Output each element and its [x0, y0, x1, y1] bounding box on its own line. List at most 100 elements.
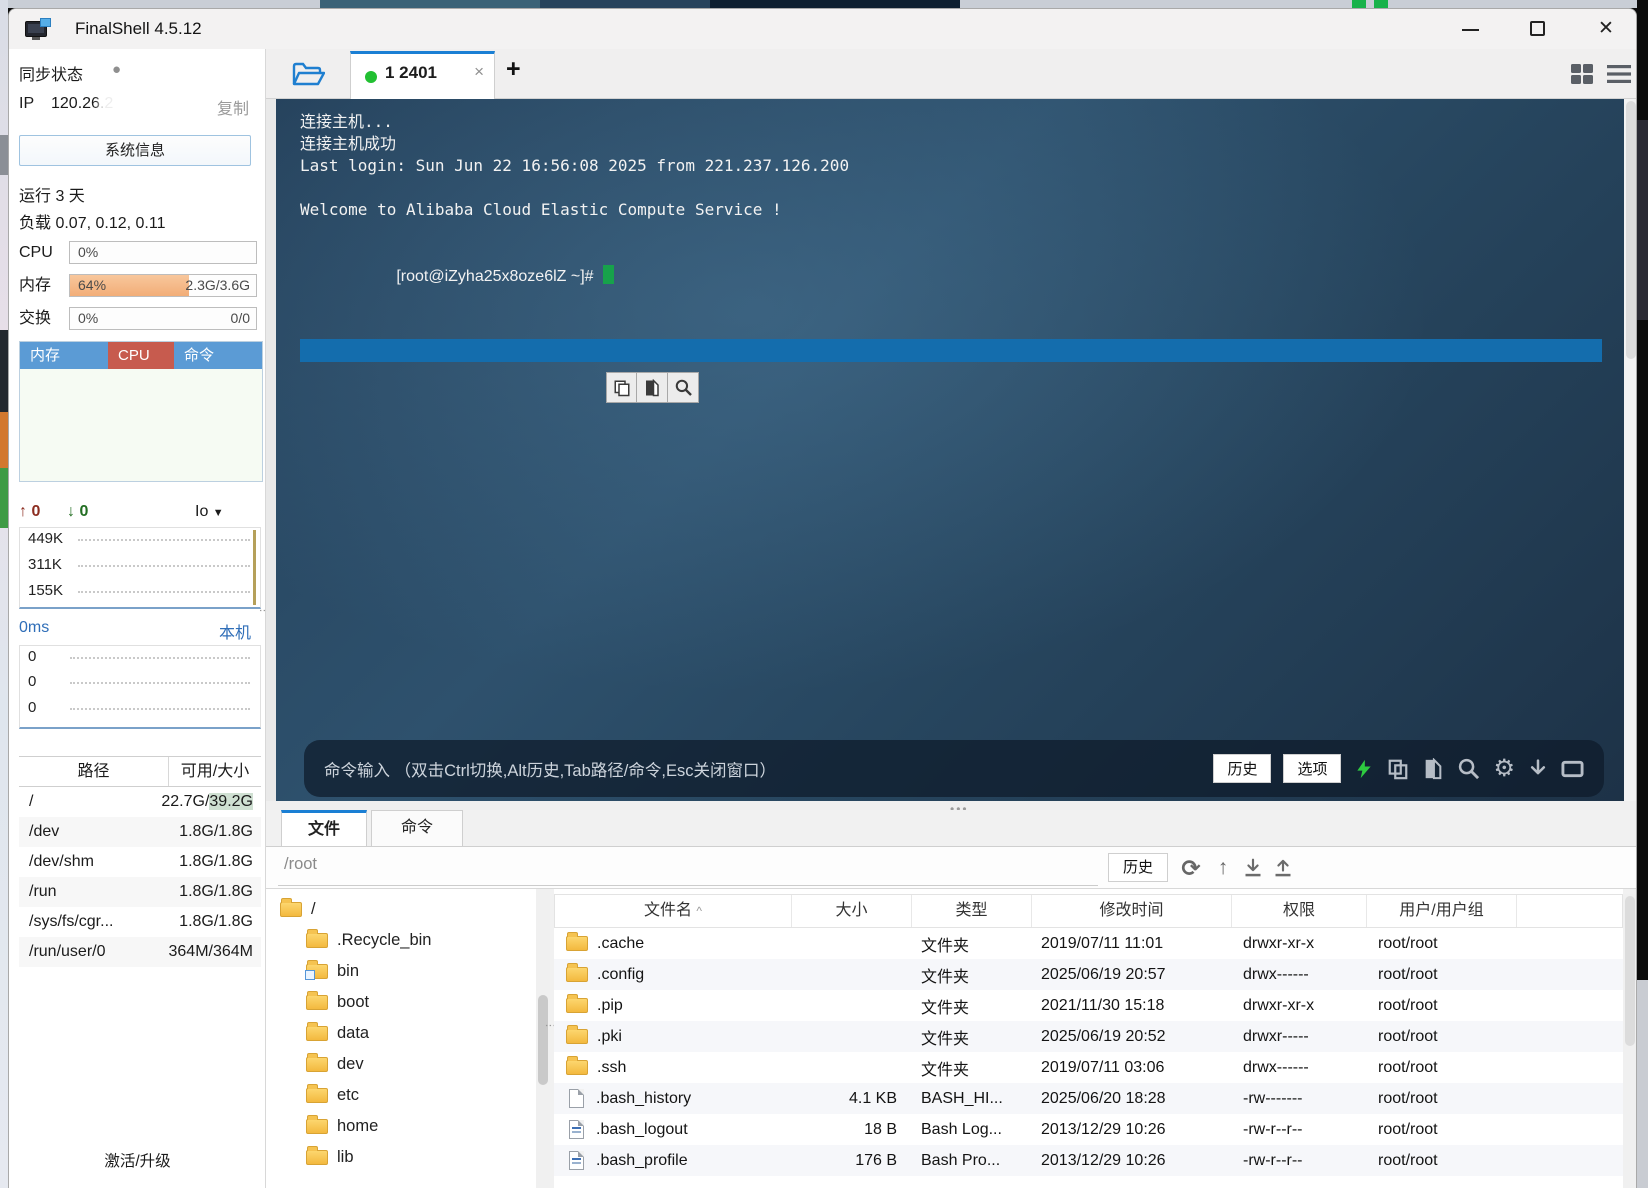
tab-files[interactable]: 文件 — [281, 810, 367, 847]
file-row[interactable]: .ssh 文件夹 2019/07/11 03:06 drwx------ root… — [554, 1052, 1623, 1083]
gridline — [70, 708, 250, 710]
io-caret-icon: ▼ — [212, 507, 224, 519]
cmdbar-paste-button[interactable] — [1422, 757, 1444, 780]
finalshell-window: FinalShell 4.5.12 ✕ 同步状态 ● IP 120.26.2 复… — [8, 8, 1637, 1188]
ping-graph: 0 0 0 — [19, 645, 261, 729]
file-table-scrollbar-thumb[interactable] — [1625, 896, 1635, 1046]
file-row[interactable]: .bash_logout 18 B Bash Log... 2013/12/29 … — [554, 1114, 1623, 1145]
sync-status-label: 同步状态 — [19, 67, 84, 84]
tree-item[interactable]: dev — [306, 1049, 364, 1080]
new-tab-button[interactable]: + — [506, 55, 521, 84]
layout-grid-button[interactable] — [1570, 63, 1594, 85]
process-col-memory[interactable]: 内存 — [20, 342, 108, 369]
disk-row[interactable]: /run/user/0 364M/364M — [19, 937, 261, 967]
folder-icon — [566, 1056, 588, 1075]
file-row[interactable]: .cache 文件夹 2019/07/11 11:01 drwxr-xr-x ro… — [554, 928, 1623, 959]
tree-item[interactable]: etc — [306, 1080, 359, 1111]
download-button[interactable] — [1528, 758, 1548, 780]
parent-directory-button[interactable]: ↑ — [1210, 855, 1236, 881]
disk-row[interactable]: /run 1.8G/1.8G — [19, 877, 261, 907]
copy-ip-button[interactable]: 复制 — [217, 95, 249, 119]
tree-scrollbar-thumb[interactable] — [538, 995, 548, 1085]
disk-row[interactable]: / 22.7G/39.2G — [19, 787, 261, 817]
maximize-button[interactable] — [1515, 9, 1563, 49]
main-menu-button[interactable] — [1606, 63, 1632, 85]
col-perm[interactable]: 权限 — [1232, 895, 1367, 927]
window-title: FinalShell 4.5.12 — [75, 19, 202, 38]
net-tick: 155K — [28, 582, 64, 599]
file-row[interactable]: .bash_history 4.1 KB BASH_HI... 2025/06/2… — [554, 1083, 1623, 1114]
gridline — [78, 591, 250, 593]
terminal-scrollbar-thumb[interactable] — [1626, 101, 1636, 359]
tree-item[interactable]: lib — [306, 1142, 354, 1173]
gridline — [78, 565, 250, 567]
tab-commands[interactable]: 命令 — [371, 810, 463, 847]
tree-scrollbar[interactable] — [536, 889, 550, 1188]
folder-icon — [306, 1053, 328, 1072]
file-icon — [569, 1089, 584, 1108]
settings-button[interactable]: ⚙ — [1493, 754, 1515, 782]
activate-upgrade-link[interactable]: 激活/升级 — [9, 1149, 266, 1171]
tab-close-icon[interactable]: × — [474, 62, 484, 82]
disk-row[interactable]: /sys/fs/cgr... 1.8G/1.8G — [19, 907, 261, 937]
terminal-line: 连接主机... — [300, 112, 393, 131]
search-button[interactable] — [668, 372, 699, 403]
close-button[interactable]: ✕ — [1582, 9, 1630, 49]
disk-col-size[interactable]: 可用/大小 — [169, 757, 261, 786]
cmdbar-search-button[interactable] — [1457, 757, 1480, 780]
col-mtime[interactable]: 修改时间 — [1032, 895, 1232, 927]
tree-item-root[interactable]: / — [280, 894, 316, 925]
file-table-scrollbar[interactable] — [1623, 894, 1636, 1188]
disk-col-path[interactable]: 路径 — [19, 757, 169, 786]
file-row[interactable]: .config 文件夹 2025/06/19 20:57 drwx------ r… — [554, 959, 1623, 990]
paste-icon — [1426, 757, 1442, 779]
system-info-button[interactable]: 系统信息 — [19, 135, 251, 166]
open-connection-button[interactable] — [291, 60, 325, 88]
upload-file-button[interactable] — [1270, 855, 1296, 881]
up-arrow-icon: ↑ — [1217, 856, 1229, 879]
cmdbar-copy-button[interactable] — [1387, 758, 1409, 780]
col-type[interactable]: 类型 — [912, 895, 1032, 927]
disk-row[interactable]: /dev/shm 1.8G/1.8G — [19, 847, 261, 877]
terminal[interactable]: 连接主机... 连接主机成功 Last login: Sun Jun 22 16… — [276, 99, 1624, 801]
command-input-bar[interactable]: 命令输入 （双击Ctrl切换,Alt历史,Tab路径/命令,Esc关闭窗口） 历… — [304, 740, 1604, 797]
ping-host[interactable]: 本机 — [219, 619, 251, 643]
file-row[interactable]: .bash_profile 176 B Bash Pro... 2013/12/2… — [554, 1145, 1623, 1176]
io-selector[interactable]: Io ▼ — [195, 503, 224, 521]
refresh-button[interactable]: ⟳ — [1178, 855, 1204, 881]
file-row[interactable]: .pki 文件夹 2025/06/19 20:52 drwxr----- root… — [554, 1021, 1623, 1052]
tab-session-2401[interactable]: 1 2401 × — [350, 51, 495, 99]
quick-command-button[interactable] — [1354, 757, 1374, 781]
search-icon — [1459, 758, 1480, 780]
tree-item[interactable]: boot — [306, 987, 369, 1018]
gear-icon: ⚙ — [1493, 754, 1515, 782]
minimize-button[interactable] — [1447, 9, 1495, 49]
terminal-scrollbar[interactable] — [1624, 99, 1636, 801]
paste-button[interactable] — [637, 372, 668, 403]
process-table: 内存 CPU 命令 — [19, 341, 263, 482]
tree-item[interactable]: data — [306, 1018, 369, 1049]
tree-splitter-handle[interactable]: ⋮ — [544, 1020, 556, 1032]
desktop-fragment — [1637, 980, 1648, 1188]
net-current-marker — [253, 530, 256, 605]
process-col-cpu[interactable]: CPU — [108, 342, 174, 369]
copy-button[interactable] — [606, 372, 637, 403]
col-owner[interactable]: 用户/用户组 — [1367, 895, 1517, 927]
window-mode-button[interactable] — [1561, 759, 1584, 779]
process-col-command[interactable]: 命令 — [174, 342, 262, 369]
options-button[interactable]: 选项 — [1283, 754, 1342, 783]
col-filename[interactable]: 文件名 ^ — [555, 895, 792, 927]
tree-item[interactable]: bin — [305, 956, 359, 987]
download-tray-icon — [1245, 858, 1261, 877]
tree-item[interactable]: home — [306, 1111, 378, 1142]
panel-splitter[interactable]: ••• — [266, 801, 1636, 816]
path-history-button[interactable]: 历史 — [1108, 853, 1168, 882]
file-row[interactable]: .pip 文件夹 2021/11/30 15:18 drwxr-xr-x root… — [554, 990, 1623, 1021]
path-input[interactable]: /root — [284, 855, 317, 874]
terminal-tabstrip: 1 2401 × + — [266, 49, 1636, 99]
tree-item[interactable]: .Recycle_bin — [306, 925, 431, 956]
history-button[interactable]: 历史 — [1213, 754, 1272, 783]
disk-row[interactable]: /dev 1.8G/1.8G — [19, 817, 261, 847]
download-file-button[interactable] — [1240, 855, 1266, 881]
col-size[interactable]: 大小 — [792, 895, 912, 927]
